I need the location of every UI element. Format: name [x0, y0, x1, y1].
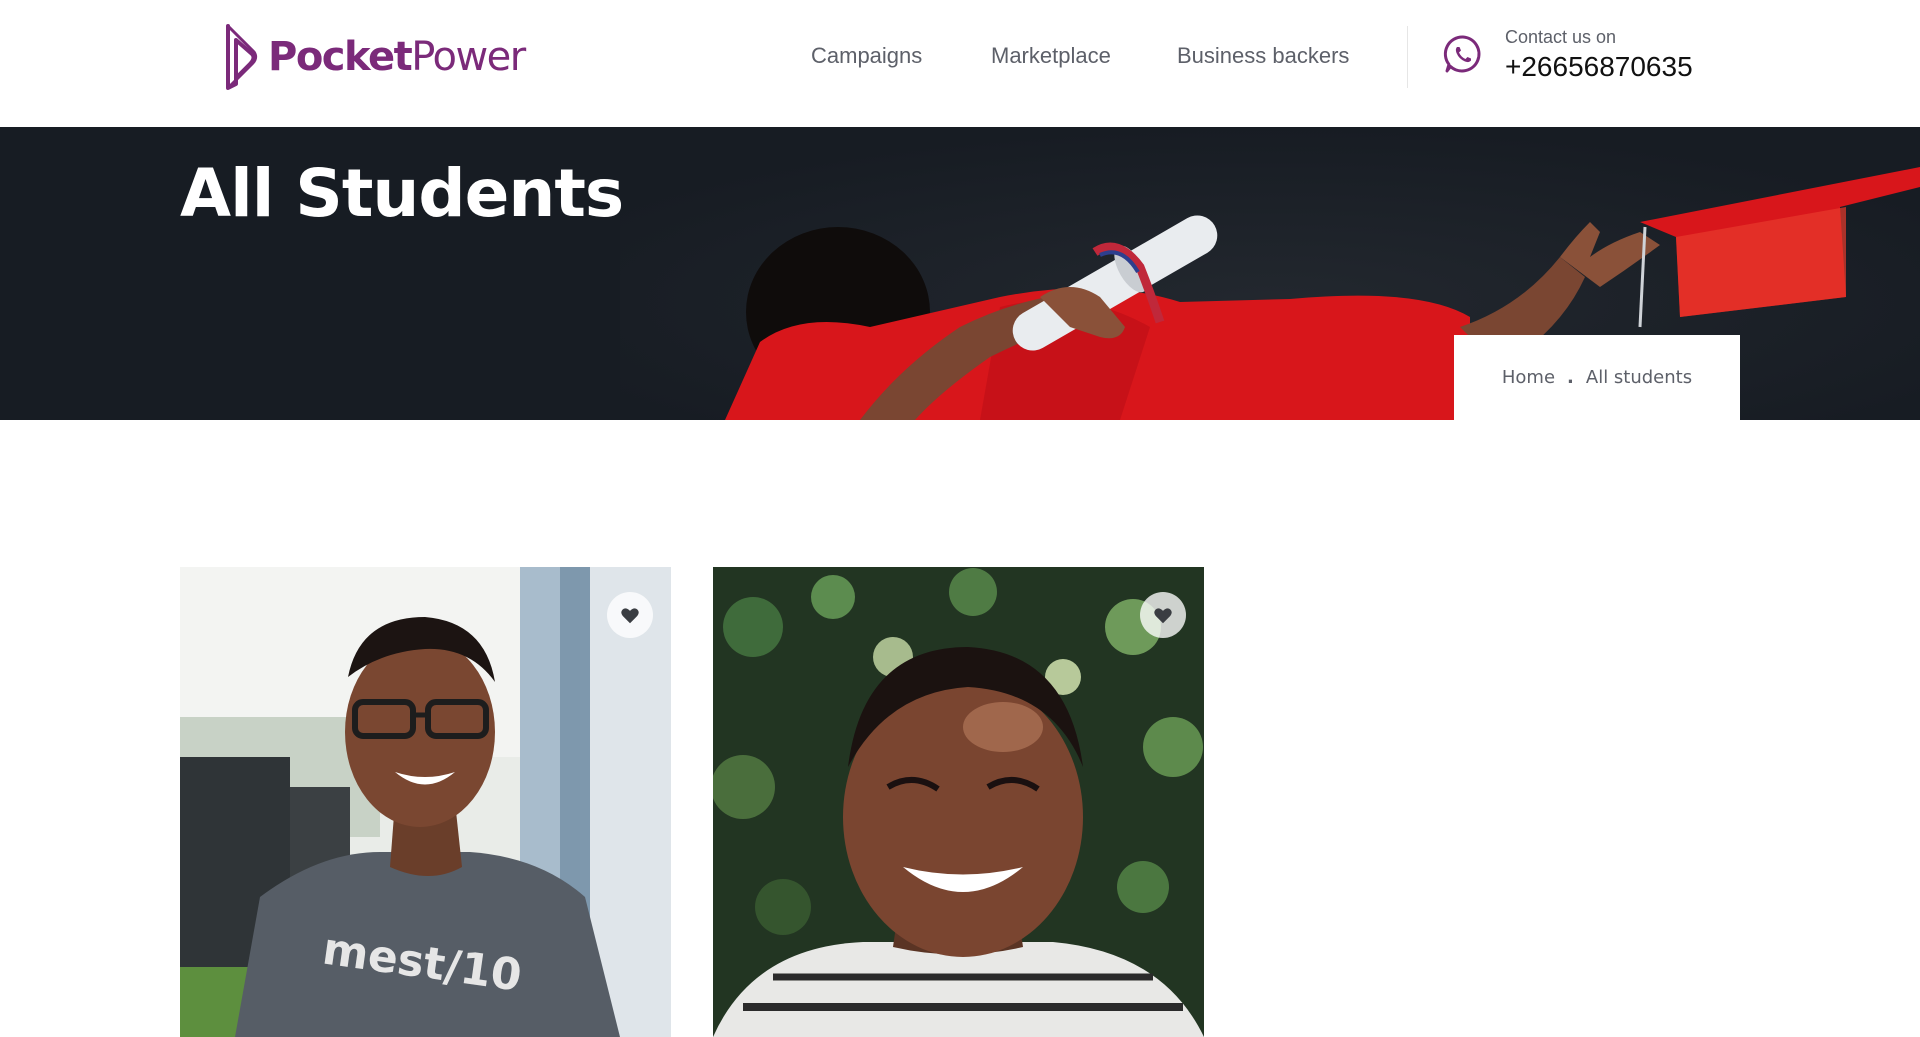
- nav-business-backers[interactable]: Business backers: [1177, 43, 1349, 69]
- breadcrumb-home[interactable]: Home: [1502, 367, 1555, 388]
- nav-campaigns[interactable]: Campaigns: [811, 43, 922, 69]
- breadcrumb-separator: .: [1567, 367, 1574, 388]
- breadcrumb-current: All students: [1585, 367, 1693, 388]
- heart-icon: [621, 608, 639, 624]
- page-title: All Students: [180, 155, 624, 232]
- favorite-button[interactable]: [1140, 592, 1186, 638]
- heart-icon: [1154, 608, 1172, 624]
- favorite-button[interactable]: [607, 592, 653, 638]
- contact-label: Contact us on: [1505, 27, 1617, 47]
- breadcrumb: Home . All students: [1454, 335, 1740, 420]
- logo-text-light: Power: [411, 34, 526, 80]
- logo-text-bold: Pocket: [268, 34, 413, 80]
- contact-phone[interactable]: +26656870635: [1505, 51, 1693, 83]
- logo-text: PocketPower: [268, 34, 526, 80]
- student-photo: [713, 567, 1204, 1037]
- logo-mark-icon: [226, 24, 258, 90]
- nav-marketplace[interactable]: Marketplace: [991, 43, 1111, 69]
- site-header: PocketPower Campaigns Marketplace Busine…: [0, 0, 1920, 127]
- whatsapp-icon[interactable]: [1442, 33, 1484, 75]
- header-divider: [1407, 26, 1408, 88]
- student-card[interactable]: [713, 567, 1204, 1037]
- pocketpower-logo[interactable]: PocketPower: [222, 22, 526, 92]
- student-card[interactable]: mest/10: [180, 567, 671, 1037]
- student-photo: mest/10: [180, 567, 671, 1037]
